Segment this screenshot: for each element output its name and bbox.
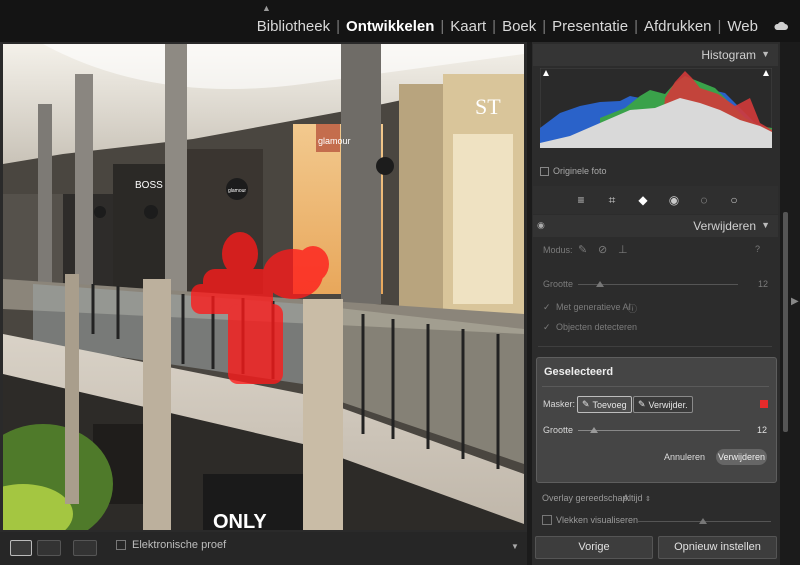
- panel-scrollbar[interactable]: [783, 212, 788, 432]
- soft-proof-label: Elektronische proef: [132, 539, 227, 551]
- mode-label: Modus:: [543, 245, 573, 255]
- overlay-select[interactable]: Altijd ⇕: [623, 493, 651, 503]
- module-print[interactable]: Afdrukken: [638, 18, 718, 35]
- presets-icon[interactable]: ○: [726, 192, 742, 208]
- divider: [538, 346, 772, 347]
- cloud-icon[interactable]: [774, 20, 788, 34]
- subtract-mask-button[interactable]: ✎ Verwijder.: [633, 396, 693, 413]
- tool-strip: ≡ ⌗ ◆ ◉ ◌ ○: [533, 186, 778, 214]
- module-book[interactable]: Boek: [496, 18, 542, 35]
- reset-button[interactable]: Opnieuw instellen: [658, 536, 777, 559]
- crop-icon[interactable]: ⌗: [604, 192, 620, 208]
- heal-icon[interactable]: ⊘: [598, 243, 607, 256]
- cancel-button[interactable]: Annuleren: [664, 452, 705, 462]
- redeye-icon[interactable]: ◉: [666, 192, 682, 208]
- soft-proof-checkbox[interactable]: Elektronische proef: [116, 539, 226, 551]
- size-slider-thumb-dimmed: [596, 281, 604, 287]
- info-icon[interactable]: ⓘ: [628, 302, 637, 315]
- sign-text: BOSS: [135, 180, 163, 191]
- selected-size-value: 12: [757, 425, 768, 435]
- sliders-icon[interactable]: ≡: [573, 192, 589, 208]
- module-library[interactable]: Bibliotheek: [251, 18, 336, 35]
- overlay-value: Altijd: [623, 493, 643, 503]
- size-label-dimmed: Grootte: [543, 279, 574, 289]
- sign-text: glamour: [228, 188, 246, 194]
- module-map[interactable]: Kaart: [444, 18, 492, 35]
- toolbar-menu-icon[interactable]: ▼: [511, 542, 519, 551]
- module-develop[interactable]: Ontwikkelen: [340, 18, 440, 35]
- overlay-label: Overlay gereedschap:: [542, 493, 631, 503]
- subtract-mask-label: Verwijder.: [648, 399, 688, 410]
- photo-image[interactable]: glamour BOSS ST ONLY glamour: [3, 44, 524, 530]
- selected-size-label: Grootte: [543, 425, 574, 435]
- eraser-icon[interactable]: ◆: [635, 192, 651, 208]
- checkmark-icon[interactable]: ✓: [543, 322, 551, 333]
- masking-icon[interactable]: ◌: [696, 192, 712, 208]
- brush-subtract-icon: ✎: [638, 399, 646, 409]
- remove-panel-title: Verwijderen: [693, 219, 756, 233]
- histogram-title: Histogram: [701, 48, 756, 62]
- selected-size-slider-thumb[interactable]: [590, 427, 599, 433]
- triangle-up-icon[interactable]: ▲: [262, 3, 271, 13]
- panel-toggle-icon[interactable]: ▶: [791, 296, 799, 307]
- previous-button[interactable]: Vorige: [535, 536, 653, 559]
- size-value-dimmed: 12: [758, 279, 769, 289]
- loupe-view-icon[interactable]: [10, 540, 32, 556]
- checkbox-icon: [116, 540, 126, 550]
- divider: [542, 386, 769, 387]
- mask-color-swatch[interactable]: [760, 400, 768, 408]
- collapse-triangle-icon[interactable]: ▼: [761, 49, 770, 59]
- detect-objects-label: Objecten detecteren: [556, 322, 638, 332]
- module-picker: Bibliotheek | Ontwikkelen | Kaart | Boek | P…: [251, 18, 764, 35]
- selected-size-slider[interactable]: [578, 430, 740, 431]
- compare-view-icon[interactable]: [37, 540, 61, 556]
- visualize-spots-thumb[interactable]: [699, 518, 707, 524]
- bottom-toolbar: ▼: [0, 532, 527, 565]
- checkmark-icon[interactable]: ✓: [543, 302, 551, 313]
- sign-text: glamour: [318, 136, 351, 146]
- collapse-triangle-icon[interactable]: ▼: [761, 220, 770, 230]
- checkbox-icon: [540, 166, 549, 176]
- before-after-icon[interactable]: [73, 540, 97, 556]
- add-mask-label: Toevoeg: [592, 399, 627, 410]
- histogram-header[interactable]: Histogram ▼: [533, 44, 778, 66]
- checkbox-icon[interactable]: [542, 515, 552, 525]
- content-aware-icon[interactable]: ✎: [578, 243, 587, 256]
- original-photo-checkbox[interactable]: Originele foto: [540, 166, 607, 176]
- sign-text: ONLY: [213, 511, 267, 530]
- clone-stamp-icon[interactable]: ⊥: [618, 243, 628, 256]
- histogram-graph[interactable]: [539, 67, 773, 149]
- module-slideshow[interactable]: Presentatie: [546, 18, 634, 35]
- remove-button[interactable]: Verwijderen: [716, 449, 767, 465]
- generative-ai-label: Met generatieve AI: [556, 302, 632, 312]
- add-mask-button[interactable]: ✎ Toevoeg: [577, 396, 632, 413]
- brush-add-icon: ✎: [582, 399, 590, 409]
- original-photo-label: Originele foto: [553, 166, 607, 176]
- visualize-spots-label: Vlekken visualiseren: [556, 515, 639, 525]
- mask-label: Masker:: [543, 399, 576, 409]
- module-web[interactable]: Web: [721, 18, 764, 35]
- eye-icon[interactable]: ◉: [537, 220, 545, 231]
- remove-panel-header[interactable]: ◉ Verwijderen ▼: [533, 215, 778, 237]
- sign-text: ST: [475, 94, 501, 119]
- help-icon[interactable]: ?: [755, 244, 760, 254]
- selected-title: Geselecteerd: [544, 366, 614, 378]
- chevron-updown-icon: ⇕: [645, 496, 651, 503]
